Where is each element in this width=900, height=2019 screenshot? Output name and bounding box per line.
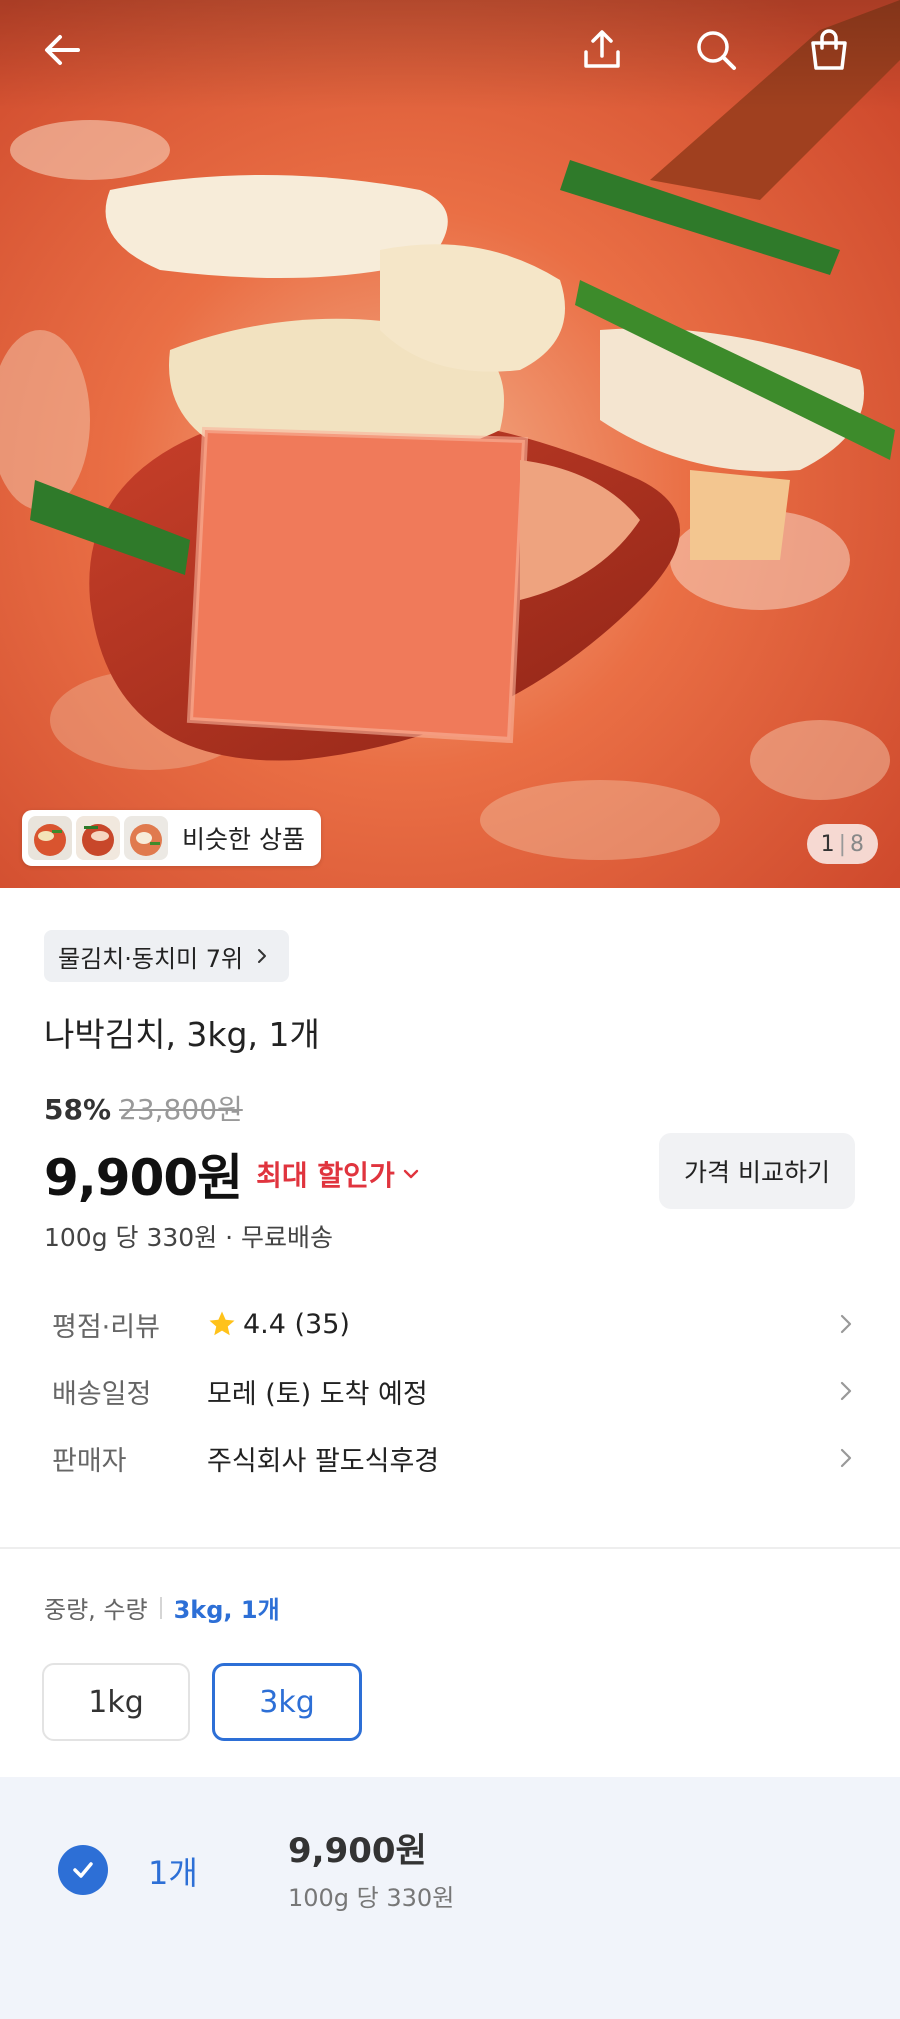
image-counter-separator: | [838,831,846,857]
weight-option-3kg[interactable]: 3kg [212,1663,362,1741]
delivery-schedule-value: 모레 (토) 도착 예정 [207,1378,428,1410]
image-counter: 1 | 8 [806,824,878,864]
search-button[interactable] [688,22,744,78]
section-divider [0,1547,900,1549]
similar-products-button[interactable]: 비슷한 상품 [22,810,321,866]
similar-thumb-3 [124,816,168,860]
back-button[interactable] [34,22,90,78]
share-button[interactable] [574,22,630,78]
max-discount-toggle[interactable]: 최대 할인가 [256,1154,421,1194]
share-upload-icon [584,30,620,68]
seller-key: 판매자 [52,1445,127,1477]
discount-rate: 58% [44,1093,112,1126]
chevron-right-icon [840,1381,852,1401]
rating-review-key: 평점·리뷰 [52,1311,160,1343]
original-price: 23,800원 [119,1093,243,1126]
similar-thumb-1 [28,816,72,860]
quantity-checkbox[interactable] [58,1845,108,1895]
option-header-label: 중량, 수량 [44,1596,148,1624]
category-rank-chip[interactable]: 물김치·동치미 7위 [44,930,290,982]
image-counter-current: 1 [820,831,835,857]
delivery-schedule-key: 배송일정 [52,1378,152,1410]
similar-thumb-2 [76,816,120,860]
chevron-right-icon [840,1448,852,1468]
image-counter-total: 8 [850,831,864,857]
weight-option-1kg[interactable]: 1kg [42,1663,190,1741]
search-icon [697,31,736,70]
rating-review-value-group: 4.4 (35) [207,1309,858,1340]
quantity-price: 9,900원 [288,1831,427,1871]
cart-button[interactable] [801,22,857,78]
product-title: 나박김치, 3kg, 1개 [44,1015,320,1054]
max-discount-label: 최대 할인가 [256,1159,395,1192]
checkmark-icon [73,1862,93,1878]
discount-row: 58% 23,800원 [44,1088,243,1128]
price-row: 9,900원 최대 할인가 [44,1138,421,1210]
product-image[interactable]: 비슷한 상품 1 | 8 [0,0,900,888]
sale-price: 9,900원 [44,1149,243,1207]
chevron-down-icon [403,1169,418,1179]
unit-price-shipping: 100g 당 330원 · 무료배송 [44,1223,334,1252]
top-navigation-bar [0,0,900,110]
rating-review-row[interactable]: 평점·리뷰 4.4 (35) [52,1299,858,1349]
star-icon [209,1311,235,1336]
quantity-unit-price: 100g 당 330원 [288,1884,455,1912]
kimchi-spoon-illustration [0,0,900,888]
option-selected-value: 3kg, 1개 [173,1596,280,1624]
rating-review-value: 4.4 (35) [243,1308,350,1340]
seller-value: 주식회사 팔도식후경 [207,1445,440,1477]
chevron-right-icon [258,949,267,963]
quantity-label: 1개 [148,1854,198,1892]
shopping-bag-icon [811,29,847,70]
category-rank-label: 물김치·동치미 7위 [58,944,244,973]
price-compare-button[interactable]: 가격 비교하기 [659,1133,855,1209]
option-header: 중량, 수량 3kg, 1개 [44,1590,280,1625]
chevron-right-icon [840,1314,852,1334]
delivery-schedule-row[interactable]: 배송일정 모레 (토) 도착 예정 [52,1366,858,1416]
seller-row[interactable]: 판매자 주식회사 팔도식후경 [52,1433,858,1483]
option-header-separator [159,1596,162,1619]
similar-products-label: 비슷한 상품 [182,825,305,854]
arrow-left-icon [45,35,80,65]
